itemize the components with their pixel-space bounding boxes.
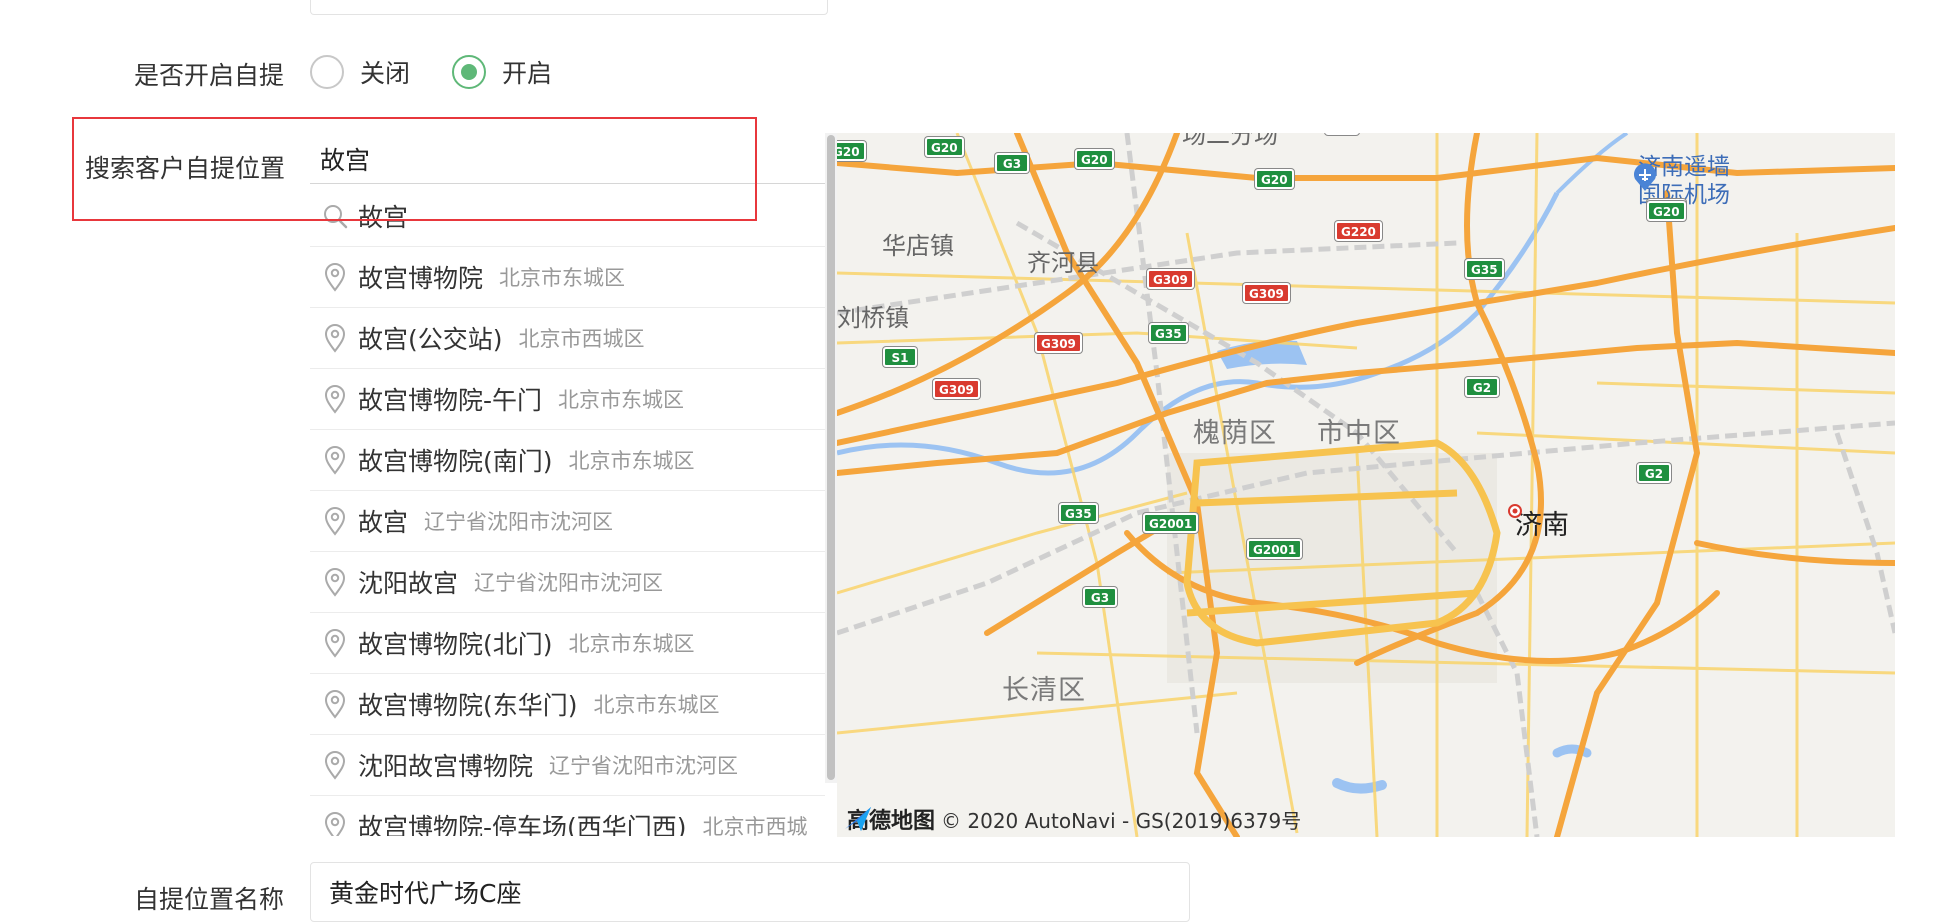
pickup-name-input[interactable] [310,862,1190,922]
suggestion-name: 故宫博物院-午门 [358,386,543,415]
highway-shield: G20 [925,137,964,157]
suggestion-item[interactable]: 故宫博物院-午门 北京市东城区 [310,369,825,430]
amap-logo-icon [845,807,871,831]
location-pin-icon [318,626,352,660]
suggestion-item[interactable]: 故宫博物院-停车场(西华门西) 北京市西城 [310,796,825,836]
radio-circle-open[interactable] [452,55,487,89]
suggestion-name: 故宫博物院(南门) [358,447,553,476]
highway-shield: G220 [1335,221,1382,241]
highway-shield: G2 [1325,133,1359,135]
suggestion-item[interactable]: 故宫博物院(南门) 北京市东城区 [310,430,825,491]
radio-circle-close[interactable] [310,55,344,89]
previous-field-input[interactable] [310,0,828,15]
radio-dot-icon [461,64,478,80]
suggestion-address: 北京市西城区 [518,327,645,351]
highway-shield: G3 [1083,587,1117,607]
highway-shield: G309 [1035,333,1082,353]
suggestion-address: 北京市东城区 [568,449,695,473]
highway-shield: S1 [883,347,917,367]
suggestion-address: 辽宁省沈阳市沈河区 [549,754,739,778]
highway-shield: G35 [1465,259,1504,279]
suggestion-item[interactable]: 故宫(公交站) 北京市西城区 [310,308,825,369]
highway-shield: G20 [1255,169,1294,189]
highway-shield: G2 [1465,377,1499,397]
suggestion-address: 辽宁省沈阳市沈河区 [424,510,614,534]
highway-shield: G3 [995,153,1029,173]
city-marker-icon [1508,504,1522,518]
highway-shield: G20 [837,141,866,161]
search-location-input[interactable] [310,134,825,184]
location-pin-icon [318,504,352,538]
scrollbar-thumb[interactable] [827,135,835,780]
suggestion-item[interactable]: 故宫博物院 北京市东城区 [310,247,825,308]
suggestion-address: 辽宁省沈阳市沈河区 [474,571,664,595]
suggestion-item[interactable]: 故宫博物院(北门) 北京市东城区 [310,613,825,674]
suggestion-dropdown: 故宫 故宫博物院 北京市东城区 故宫(公交站) 北京市西城区 故宫博物院-午门 北京市东城… [310,186,825,836]
suggestion-address: 北京市东城区 [499,266,626,290]
suggestion-address: 北京市东城区 [593,693,720,717]
map-label-top-fragment: 场二分场 [1182,133,1278,149]
suggestion-name: 故宫博物院(北门) [358,630,553,659]
pickup-radio-group: 关闭 开启 [310,54,594,90]
suggestion-keyword: 故宫 [358,203,409,232]
location-pin-icon [318,565,352,599]
location-pin-icon [318,748,352,782]
location-pin-icon [318,687,352,721]
suggestion-item[interactable]: 沈阳故宫 辽宁省沈阳市沈河区 [310,552,825,613]
map-label-liuqiao: 刘桥镇 [837,304,909,332]
suggestion-item[interactable]: 故宫 辽宁省沈阳市沈河区 [310,491,825,552]
suggestion-name: 故宫 [358,508,409,537]
suggestion-name: 故宫博物院-停车场(西华门西) [358,813,687,836]
map-view[interactable]: 华店镇 齐河县 刘桥镇 槐荫区 市中区 长清区 场二分场 济南 济南遥墙 国际机… [837,133,1895,837]
pickup-name-label: 自提位置名称 [134,885,285,914]
suggestion-name: 沈阳故宫博物院 [358,752,534,781]
highway-shield: G309 [1243,283,1290,303]
map-copyright: © 2020 AutoNavi - GS(2019)6379号 [941,808,1302,833]
highway-shield: G309 [1147,269,1194,289]
highway-shield: G35 [1059,503,1098,523]
suggestion-item[interactable]: 沈阳故宫博物院 辽宁省沈阳市沈河区 [310,735,825,796]
highway-shield: G20 [1075,149,1114,169]
highway-shield: G309 [933,379,980,399]
highway-shield: G20 [1647,201,1686,221]
map-label-huaiyin: 槐荫区 [1193,418,1277,449]
location-pin-icon [318,443,352,477]
pickup-toggle-label: 是否开启自提 [134,61,285,90]
suggestion-name: 故宫(公交站) [358,325,503,354]
location-pin-icon [318,260,352,294]
map-label-qihe: 齐河县 [1027,249,1099,277]
suggestion-keyword-row[interactable]: 故宫 [310,186,825,247]
map-label-huadian: 华店镇 [882,232,954,260]
suggestion-scrollbar[interactable] [825,133,837,783]
suggestion-item[interactable]: 故宫博物院(东华门) 北京市东城区 [310,674,825,735]
radio-option-close[interactable]: 关闭 [310,54,410,90]
suggestion-address: 北京市西城 [702,815,808,836]
suggestion-name: 沈阳故宫 [358,569,459,598]
highway-shield: G2 [1637,463,1671,483]
search-icon [318,199,352,233]
map-city-jinan-text: 济南 [1515,510,1569,541]
radio-label-open: 开启 [502,59,553,88]
search-location-label: 搜索客户自提位置 [85,154,286,183]
suggestion-address: 北京市东城区 [568,632,695,656]
suggestion-address: 北京市东城区 [558,388,685,412]
airport-icon [1634,163,1656,191]
suggestion-list: 故宫博物院 北京市东城区 故宫(公交站) 北京市西城区 故宫博物院-午门 北京市东城区 故宫… [310,247,825,836]
location-pin-icon [318,382,352,416]
radio-option-open[interactable]: 开启 [452,54,552,90]
highway-shield: G2001 [1247,539,1303,559]
highway-shield: G2001 [1143,513,1199,533]
radio-label-close: 关闭 [360,59,411,88]
location-pin-icon [318,809,352,836]
map-label-shizhong: 市中区 [1317,418,1401,449]
map-footer: 高德地图 © 2020 AutoNavi - GS(2019)6379号 [843,803,1301,835]
location-pin-icon [318,321,352,355]
map-label-changqing: 长清区 [1002,675,1086,706]
map-city-jinan[interactable]: 济南 [1507,503,1569,542]
suggestion-name: 故宫博物院 [358,264,484,293]
highway-shield: G35 [1149,323,1188,343]
suggestion-name: 故宫博物院(东华门) [358,691,578,720]
